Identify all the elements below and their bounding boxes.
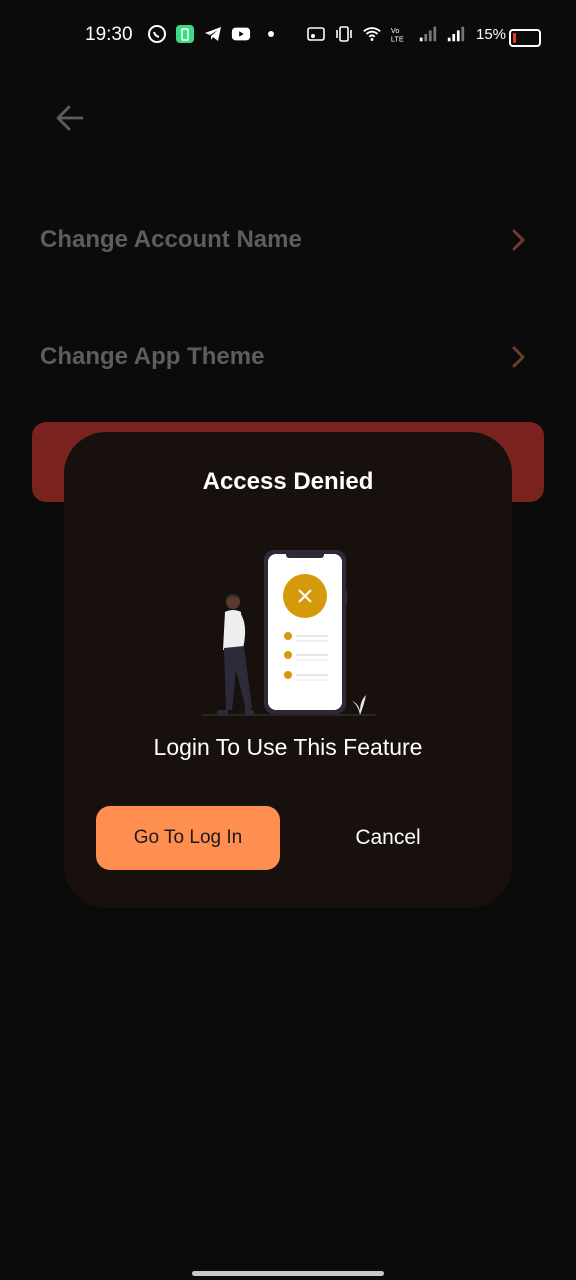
settings-item-label: Change App Theme (40, 343, 265, 370)
battery-saver-icon (175, 24, 195, 44)
system-icons: Vo LTE (306, 24, 466, 44)
settings-item-label: Change Account Name (40, 226, 302, 253)
access-denied-dialog: Access Denied Login To Use This Feature (64, 432, 512, 908)
status-bar: 19:30 Vo LTE 15% (0, 0, 576, 72)
chevron-right-icon (512, 346, 525, 368)
cancel-button[interactable]: Cancel (320, 806, 456, 870)
person-with-phone-denied-illustration (202, 550, 376, 716)
settings-item-account-name[interactable]: Change Account Name (40, 212, 540, 272)
dialog-title: Access Denied (202, 468, 374, 495)
cast-icon (306, 24, 326, 44)
status-time: 19:30 (85, 24, 133, 45)
settings-item-app-theme[interactable]: Change App Theme (40, 329, 540, 389)
youtube-icon (231, 24, 251, 44)
signal-icon (446, 24, 466, 44)
svg-text:LTE: LTE (391, 34, 404, 43)
vibrate-icon (334, 24, 354, 44)
battery-level (513, 33, 516, 43)
back-button[interactable] (50, 98, 90, 138)
wifi-icon (362, 24, 382, 44)
volte-icon: Vo LTE (390, 24, 410, 44)
signal-icon (418, 24, 438, 44)
whatsapp-icon (147, 24, 167, 44)
chevron-right-icon (512, 229, 525, 251)
arrow-left-icon (56, 105, 84, 131)
battery-icon (509, 29, 541, 47)
battery-percent: 15% (476, 26, 507, 43)
go-to-login-button[interactable]: Go To Log In (96, 806, 280, 870)
telegram-icon (203, 24, 223, 44)
dialog-message: Login To Use This Feature (153, 734, 423, 760)
dot-icon (259, 24, 279, 44)
notification-icons (147, 24, 279, 44)
home-indicator[interactable] (192, 1271, 384, 1276)
